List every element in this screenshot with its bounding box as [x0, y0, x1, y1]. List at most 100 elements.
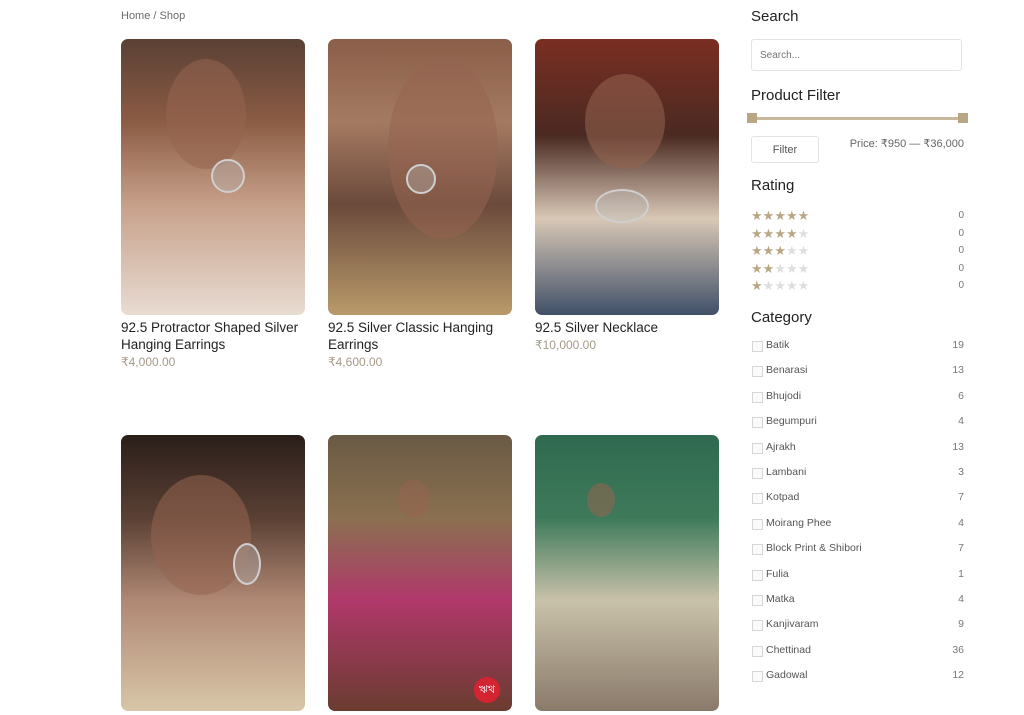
- category-label: Gadowal: [766, 669, 808, 682]
- star-rating-icon: ★★★★★: [751, 260, 810, 276]
- rating-heading: Rating: [751, 177, 795, 194]
- category-label: Fulia: [766, 567, 789, 580]
- category-count: 4: [958, 516, 964, 529]
- category-label: Kanjivaram: [766, 618, 819, 631]
- category-count: 9: [958, 618, 964, 631]
- category-checkbox[interactable]: [752, 493, 763, 505]
- rating-count: 0: [958, 210, 964, 221]
- category-checkbox[interactable]: [752, 468, 763, 479]
- category-item[interactable]: Fulia 1: [751, 567, 964, 583]
- rating-count: 0: [958, 227, 964, 239]
- category-item[interactable]: Bhujodi 6: [751, 389, 964, 405]
- category-label: Lambani: [766, 466, 807, 478]
- price-slider-max-handle[interactable]: [958, 113, 968, 123]
- star-rating-icon: ★★★★★: [751, 208, 810, 223]
- product-image[interactable]: [535, 435, 719, 711]
- product-image[interactable]: [328, 39, 512, 315]
- category-item[interactable]: Kotpad 7: [751, 490, 964, 506]
- category-checkbox[interactable]: [752, 442, 763, 454]
- product-card[interactable]: [535, 435, 719, 715]
- rating-filter-row[interactable]: ★★★★★ 0: [751, 278, 964, 294]
- category-count: 4: [958, 593, 964, 605]
- price-slider-track[interactable]: [751, 117, 968, 120]
- product-card[interactable]: [121, 435, 305, 715]
- category-count: 36: [952, 643, 964, 656]
- rating-count: 0: [958, 262, 964, 274]
- product-title[interactable]: 92.5 Protractor Shaped Silver Hanging Ea…: [121, 319, 305, 353]
- product-card[interactable]: 92.5 Silver Classic Hanging Earrings ₹4,…: [328, 39, 512, 369]
- product-image[interactable]: [121, 435, 305, 711]
- category-label: Kotpad: [766, 491, 800, 504]
- category-checkbox[interactable]: [752, 518, 763, 530]
- product-price: ₹4,000.00: [121, 355, 176, 369]
- search-heading: Search: [751, 8, 799, 25]
- category-item[interactable]: Batik 19: [751, 338, 964, 354]
- breadcrumb-home-link[interactable]: Home: [121, 10, 150, 22]
- category-item[interactable]: Moirang Phee 4: [751, 516, 964, 532]
- breadcrumb-separator: /: [150, 10, 160, 22]
- category-count: 6: [958, 389, 964, 402]
- product-card[interactable]: ঋথ: [328, 435, 512, 715]
- category-item[interactable]: Block Print & Shibori 7: [751, 541, 964, 557]
- category-item[interactable]: Matka 4: [751, 592, 964, 608]
- product-image[interactable]: [121, 39, 305, 315]
- category-item[interactable]: Begumpuri 4: [751, 414, 964, 430]
- filter-button[interactable]: Filter: [751, 136, 819, 163]
- category-label: Block Print & Shibori: [766, 542, 862, 555]
- product-card[interactable]: 92.5 Protractor Shaped Silver Hanging Ea…: [121, 39, 305, 369]
- search-input[interactable]: [751, 39, 962, 71]
- category-heading: Category: [751, 309, 812, 326]
- rating-filter-row[interactable]: ★★★★★ 0: [751, 208, 964, 224]
- category-count: 1: [958, 567, 964, 580]
- category-checkbox[interactable]: [752, 645, 763, 657]
- brand-badge: ঋথ: [474, 677, 500, 703]
- rating-count: 0: [958, 245, 964, 256]
- category-label: Batik: [766, 339, 790, 351]
- category-checkbox[interactable]: [752, 544, 763, 556]
- product-image[interactable]: [535, 39, 719, 315]
- category-checkbox[interactable]: [752, 569, 763, 581]
- category-count: 13: [952, 364, 964, 377]
- rating-filter-row[interactable]: ★★★★★ 0: [751, 226, 964, 242]
- category-count: 7: [958, 491, 964, 504]
- category-count: 13: [952, 440, 964, 453]
- product-image[interactable]: ঋথ: [328, 435, 512, 711]
- product-filter-heading: Product Filter: [751, 87, 841, 104]
- category-item[interactable]: Gadowal 12: [751, 668, 964, 684]
- product-title[interactable]: 92.5 Silver Necklace: [535, 319, 719, 336]
- category-checkbox[interactable]: [752, 595, 763, 606]
- category-checkbox[interactable]: [752, 417, 763, 429]
- product-price: ₹4,600.00: [328, 355, 383, 369]
- category-count: 12: [952, 669, 964, 682]
- category-checkbox[interactable]: [752, 341, 763, 352]
- rating-filter-row[interactable]: ★★★★★ 0: [751, 243, 964, 259]
- category-item[interactable]: Chettinad 36: [751, 643, 964, 659]
- price-range-label: Price: ₹950 — ₹36,000: [849, 138, 964, 150]
- category-count: 19: [952, 339, 964, 351]
- breadcrumb-current: Shop: [159, 10, 186, 22]
- product-price: ₹10,000.00: [535, 338, 597, 352]
- category-item[interactable]: Ajrakh 13: [751, 440, 964, 456]
- rating-filter-row[interactable]: ★★★★★ 0: [751, 261, 964, 277]
- category-count: 4: [958, 415, 964, 428]
- category-label: Ajrakh: [766, 440, 796, 453]
- star-rating-icon: ★★★★★: [751, 278, 810, 293]
- category-checkbox[interactable]: [752, 366, 763, 378]
- category-count: 3: [958, 466, 964, 478]
- star-rating-icon: ★★★★★: [751, 225, 810, 241]
- category-checkbox[interactable]: [752, 671, 763, 683]
- category-checkbox[interactable]: [752, 391, 763, 403]
- product-card[interactable]: 92.5 Silver Necklace ₹10,000.00: [535, 39, 719, 352]
- category-item[interactable]: Kanjivaram 9: [751, 617, 964, 633]
- category-checkbox[interactable]: [752, 620, 763, 632]
- category-label: Bhujodi: [766, 389, 802, 402]
- category-label: Begumpuri: [766, 415, 817, 428]
- price-slider-min-handle[interactable]: [747, 113, 757, 123]
- category-label: Chettinad: [766, 643, 811, 656]
- product-title[interactable]: 92.5 Silver Classic Hanging Earrings: [328, 319, 512, 353]
- category-label: Moirang Phee: [766, 516, 832, 529]
- category-item[interactable]: Benarasi 13: [751, 363, 964, 379]
- category-count: 7: [958, 542, 964, 555]
- category-item[interactable]: Lambani 3: [751, 465, 964, 481]
- category-label: Benarasi: [766, 364, 808, 377]
